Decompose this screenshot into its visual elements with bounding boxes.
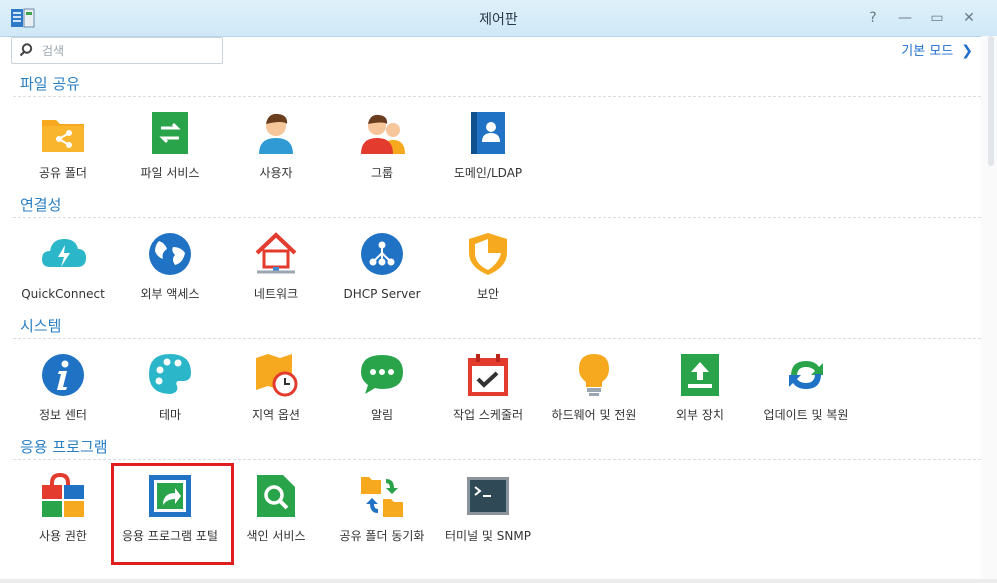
item-label: 테마 [158, 408, 182, 422]
search-box[interactable] [11, 37, 223, 64]
item-label: 사용자 [259, 166, 293, 180]
item-label: 사용 권한 [39, 529, 87, 543]
item-label: 파일 서비스 [140, 166, 200, 180]
item-label: 업데이트 및 복원 [763, 408, 849, 422]
section-title-system: 시스템 [20, 317, 62, 335]
item-label: 공유 폴더 [39, 166, 87, 180]
map-clock-icon [256, 354, 298, 397]
item-label: 정보 센터 [39, 408, 87, 422]
item-info-center[interactable]: 정보 센터 [8, 352, 118, 423]
item-label: 외부 장치 [676, 408, 724, 422]
file-services-icon [152, 112, 188, 154]
item-shared-folder[interactable]: 공유 폴더 [8, 110, 118, 181]
item-theme[interactable]: 테마 [115, 352, 225, 423]
help-icon[interactable]: ? [863, 8, 883, 28]
shield-icon [469, 233, 507, 275]
section-title-connectivity: 연결성 [20, 196, 62, 214]
external-device-icon [681, 354, 719, 396]
item-security[interactable]: 보안 [433, 231, 543, 302]
close-icon[interactable]: ✕ [959, 8, 979, 28]
calendar-check-icon [468, 354, 508, 396]
refresh-icon [789, 361, 823, 389]
chat-bubble-icon [361, 355, 403, 394]
item-label: DHCP Server [343, 287, 421, 301]
search-input[interactable] [40, 40, 219, 61]
domain-ldap-icon [471, 112, 505, 154]
item-external-devices[interactable]: 외부 장치 [645, 352, 755, 423]
item-label: 지역 옵션 [252, 408, 300, 422]
divider [13, 338, 981, 339]
globe-icon [149, 233, 191, 275]
maximize-icon[interactable]: ▭ [927, 8, 947, 28]
item-label: 공유 폴더 동기화 [339, 529, 425, 543]
basic-mode-label: 기본 모드 [901, 44, 954, 59]
terminal-icon [467, 477, 509, 515]
item-label: 보안 [476, 287, 500, 301]
item-external-access[interactable]: 외부 액세스 [115, 231, 225, 302]
item-shared-folder-sync[interactable]: 공유 폴더 동기화 [327, 473, 437, 544]
item-label: QuickConnect [21, 287, 105, 301]
quickconnect-icon [42, 239, 86, 267]
item-label: 그룹 [370, 166, 394, 180]
item-label: 네트워크 [253, 287, 299, 301]
item-notification[interactable]: 알림 [327, 352, 437, 423]
item-domain-ldap[interactable]: 도메인/LDAP [433, 110, 543, 181]
item-label: 터미널 및 SNMP [445, 529, 531, 543]
chevron-right-icon: ❯ [961, 43, 973, 59]
item-file-services[interactable]: 파일 서비스 [115, 110, 225, 181]
user-icon [259, 113, 293, 154]
item-dhcp-server[interactable]: DHCP Server [327, 231, 437, 302]
item-task-scheduler[interactable]: 작업 스케줄러 [433, 352, 543, 423]
item-privileges[interactable]: 사용 권한 [8, 472, 118, 544]
lightbulb-icon [579, 354, 609, 396]
item-user[interactable]: 사용자 [221, 110, 331, 181]
item-label: 알림 [370, 408, 394, 422]
item-label: 하드웨어 및 전원 [551, 408, 637, 422]
item-terminal-snmp[interactable]: 터미널 및 SNMP [433, 473, 543, 544]
title-bar: 제어판 ? — ▭ ✕ [0, 0, 997, 37]
network-house-icon [255, 232, 297, 274]
item-quickconnect[interactable]: QuickConnect [8, 231, 118, 302]
magnifier-icon [257, 475, 295, 517]
section-title-file-sharing: 파일 공유 [20, 75, 80, 93]
scrollbar-thumb[interactable] [988, 36, 994, 166]
highlight-box [111, 463, 234, 565]
item-hardware-power[interactable]: 하드웨어 및 전원 [539, 352, 649, 423]
minimize-icon[interactable]: — [895, 8, 915, 28]
item-label: 작업 스케줄러 [452, 408, 524, 422]
item-label: 도메인/LDAP [453, 166, 523, 180]
folder-sync-icon [361, 477, 403, 517]
basic-mode-link[interactable]: 기본 모드 ❯ [901, 40, 973, 59]
divider [13, 217, 981, 218]
group-icon [361, 114, 405, 154]
divider [13, 96, 981, 97]
window-title: 제어판 [479, 12, 518, 28]
item-update-restore[interactable]: 업데이트 및 복원 [751, 352, 861, 423]
info-icon [42, 354, 84, 396]
shared-folder-icon [42, 120, 84, 152]
item-indexing-service[interactable]: 색인 서비스 [221, 473, 331, 544]
window-bottom-edge [0, 579, 997, 583]
divider [13, 459, 981, 460]
search-icon [19, 43, 33, 57]
item-label: 색인 서비스 [246, 529, 306, 543]
item-label: 외부 액세스 [140, 287, 200, 301]
privileges-icon [42, 472, 84, 517]
item-group[interactable]: 그룹 [327, 110, 437, 181]
palette-icon [149, 354, 191, 394]
section-title-applications: 응용 프로그램 [20, 438, 108, 456]
dhcp-server-icon [361, 233, 403, 275]
item-regional-options[interactable]: 지역 옵션 [221, 352, 331, 423]
item-network[interactable]: 네트워크 [221, 231, 331, 302]
